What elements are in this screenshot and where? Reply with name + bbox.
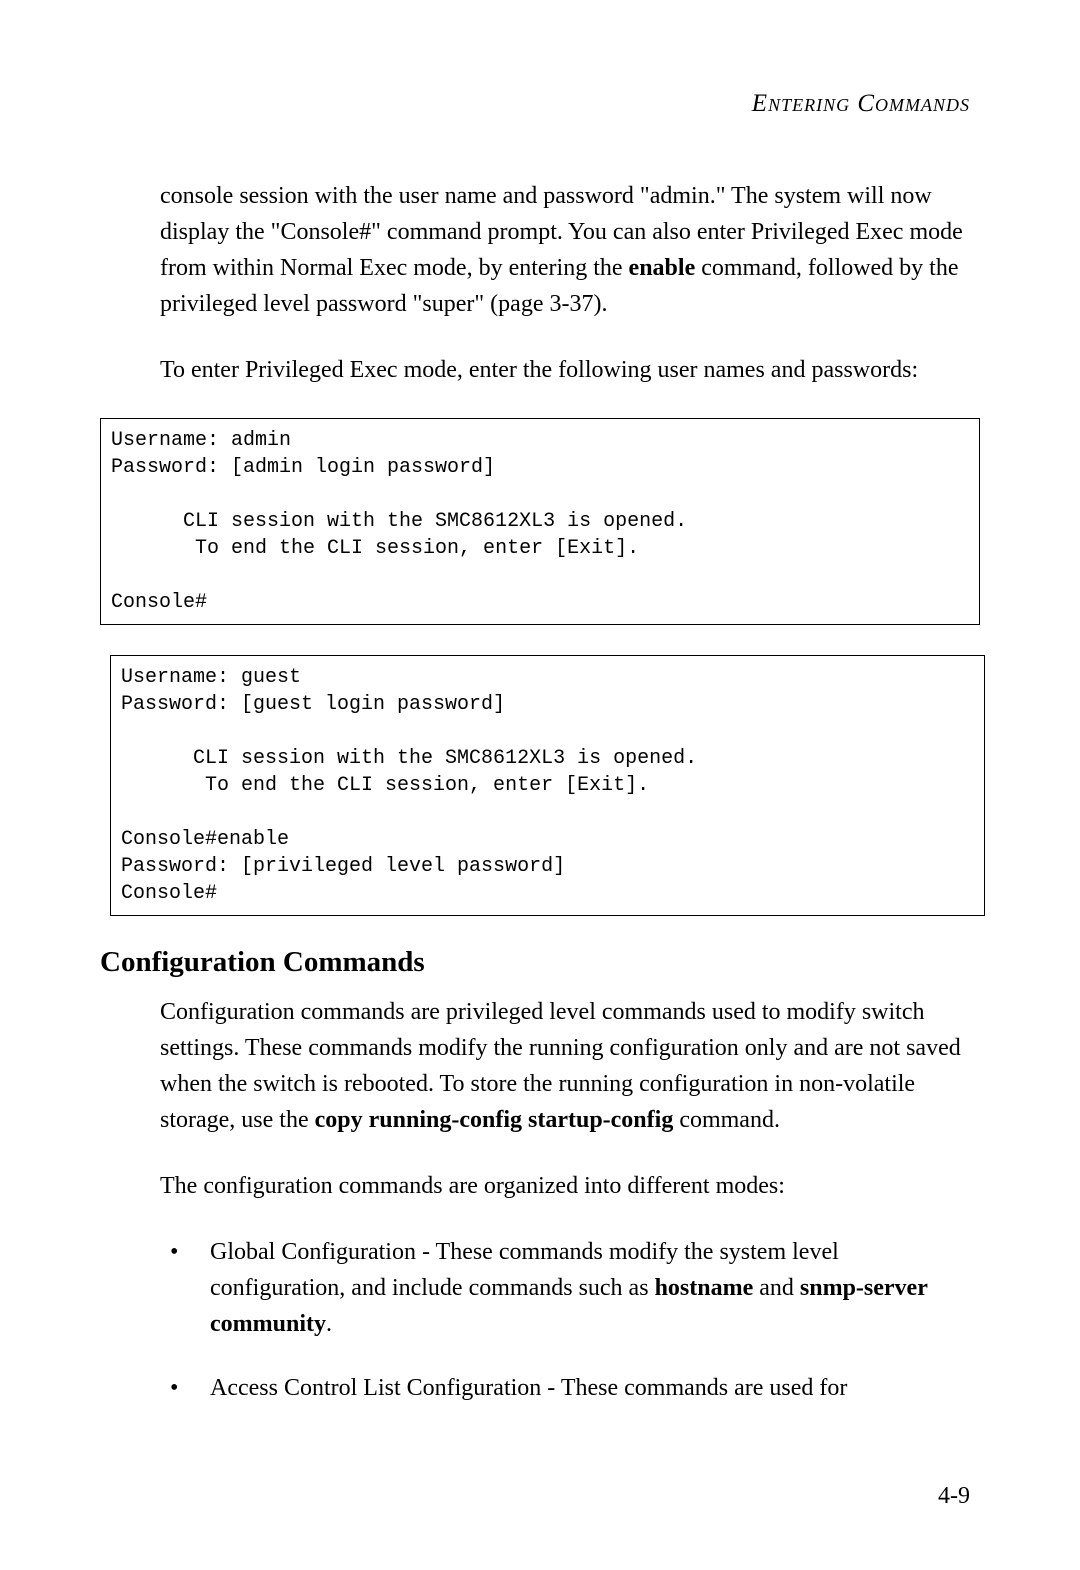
b1-bold-hostname: hostname xyxy=(655,1275,754,1301)
config-paragraph-2: The configuration commands are organized… xyxy=(160,1168,980,1204)
b1-text2: and xyxy=(753,1275,800,1301)
list-item: • Access Control List Configuration - Th… xyxy=(160,1370,980,1406)
intro-paragraph-1: console session with the user name and p… xyxy=(160,178,980,322)
bullet-1-content: Global Configuration - These commands mo… xyxy=(210,1234,980,1342)
code-block-guest-login: Username: guest Password: [guest login p… xyxy=(110,655,985,916)
config-paragraph-1: Configuration commands are privileged le… xyxy=(160,994,980,1138)
bullet-marker-icon: • xyxy=(160,1234,210,1342)
p3-part2: command. xyxy=(673,1107,780,1133)
p3-bold-copy: copy running-config startup-config xyxy=(315,1107,674,1133)
b1-text3: . xyxy=(326,1311,332,1337)
code-block-admin-login: Username: admin Password: [admin login p… xyxy=(100,418,980,625)
bullet-2-content: Access Control List Configuration - Thes… xyxy=(210,1370,980,1406)
bullet-marker-icon: • xyxy=(160,1370,210,1406)
page-header-title: Entering Commands xyxy=(100,90,970,118)
p1-bold-enable: enable xyxy=(629,255,696,281)
list-item: • Global Configuration - These commands … xyxy=(160,1234,980,1342)
page-number: 4-9 xyxy=(938,1483,970,1510)
section-heading-config-commands: Configuration Commands xyxy=(100,946,980,979)
intro-paragraph-2: To enter Privileged Exec mode, enter the… xyxy=(160,352,980,388)
bullet-list: • Global Configuration - These commands … xyxy=(160,1234,980,1406)
